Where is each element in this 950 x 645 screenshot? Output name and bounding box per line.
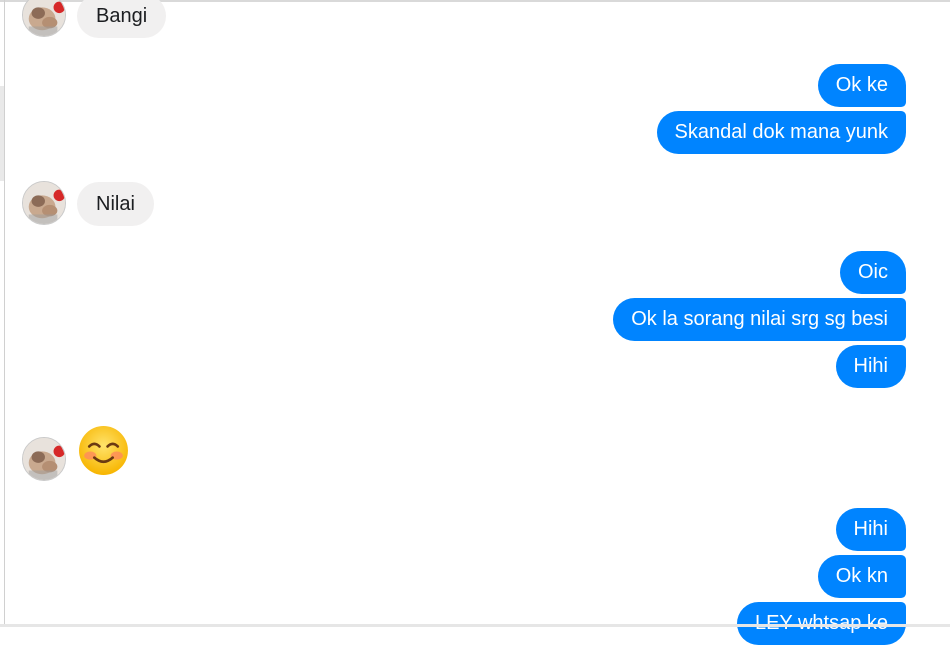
outgoing-message[interactable]: Skandal dok mana yunk: [656, 111, 906, 154]
avatar-photo-icon: [23, 438, 65, 480]
contact-avatar[interactable]: [22, 0, 66, 37]
outgoing-message[interactable]: Ok ke: [817, 64, 906, 107]
outgoing-message[interactable]: Oic: [840, 251, 906, 294]
contact-avatar[interactable]: [22, 437, 66, 481]
outgoing-message[interactable]: Hihi: [835, 508, 906, 551]
outgoing-message[interactable]: Hihi: [835, 345, 906, 388]
outgoing-message[interactable]: Ok la sorang nilai srg sg besi: [613, 298, 906, 341]
contact-avatar[interactable]: [22, 181, 66, 225]
incoming-message[interactable]: Bangi: [77, 0, 167, 38]
outgoing-message[interactable]: Ok kn: [817, 555, 906, 598]
avatar-photo-icon: [23, 0, 65, 36]
smiling-face-emoji-icon[interactable]: [77, 424, 130, 477]
window-left-border: [4, 0, 5, 627]
incoming-message[interactable]: Nilai: [77, 182, 154, 226]
avatar-photo-icon: [23, 182, 65, 224]
